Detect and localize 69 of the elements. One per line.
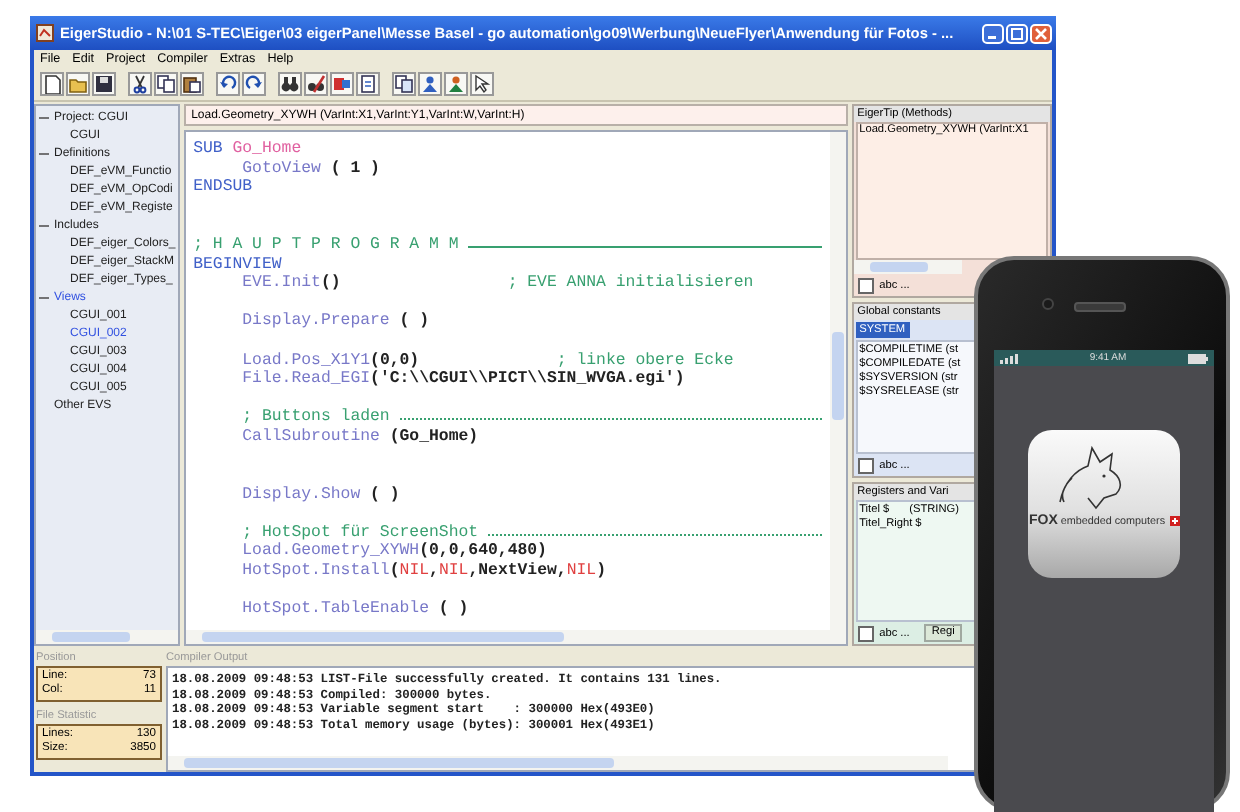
code-text: BEGINVIEW: [193, 255, 282, 274]
minimize-icon[interactable]: [982, 23, 1004, 43]
code-text: HotSpot.Install: [240, 562, 390, 582]
redo-icon[interactable]: [244, 74, 264, 94]
code-text: ( ): [370, 485, 400, 505]
collapse-icon[interactable]: [38, 111, 50, 123]
paste-icon[interactable]: [182, 74, 202, 94]
vertical-scrollbar[interactable]: [829, 132, 846, 630]
horizontal-scrollbar[interactable]: [853, 260, 962, 274]
checkbox[interactable]: [857, 625, 874, 641]
code-text: NIL: [566, 562, 597, 582]
code-text: Load.Geometry_XYWH: [240, 542, 420, 562]
code-text: SUB: [193, 140, 225, 160]
code-text: File.Read_EGI: [240, 370, 371, 390]
battery-icon: [1187, 353, 1208, 363]
collapse-icon[interactable]: [38, 147, 50, 159]
code-text: ,: [429, 562, 439, 582]
close-icon[interactable]: [1030, 23, 1052, 43]
pointer-icon[interactable]: [472, 74, 492, 94]
code-text: Load.Pos_X1Y1: [240, 351, 371, 370]
code-text: Display.Prepare: [240, 312, 392, 332]
person-icon[interactable]: [420, 74, 440, 94]
code-text: ( 1 ): [330, 159, 380, 179]
speaker-slot: [1074, 302, 1126, 312]
code-text: ,NextView,: [468, 562, 567, 582]
code-text: ( ): [438, 600, 469, 620]
collapse-icon[interactable]: [38, 291, 50, 303]
code-text: (): [320, 274, 343, 294]
code-editor[interactable]: [183, 130, 848, 646]
camera-icon: [1042, 298, 1054, 310]
maximize-icon[interactable]: [1006, 23, 1028, 43]
code-text: NIL: [399, 562, 430, 582]
code-text: ; HotSpot für ScreenShot: [240, 523, 481, 542]
code-text: ; linke obere Ecke: [556, 351, 734, 370]
undo-icon[interactable]: [218, 74, 238, 94]
code-text: (: [389, 562, 400, 582]
code-text: ): [596, 562, 607, 582]
horizontal-scrollbar[interactable]: [168, 756, 948, 770]
code-text: ; H A U P T P R O G R A M M: [193, 235, 461, 256]
horizontal-scrollbar[interactable]: [36, 630, 178, 644]
code-text: NIL: [438, 562, 469, 582]
page-icon[interactable]: [358, 74, 378, 94]
code-text: (Go_Home): [389, 427, 479, 447]
code-text: HotSpot.TableEnable: [240, 600, 431, 620]
code-text: GotoView: [240, 159, 323, 179]
code-text: EVE.Init: [240, 274, 321, 294]
code-text: ( ): [399, 312, 430, 332]
code-text: ; Buttons laden: [240, 408, 392, 428]
horizontal-scrollbar[interactable]: [185, 630, 846, 644]
code-text: (0,0): [370, 351, 422, 370]
collapse-icon[interactable]: [38, 219, 50, 231]
code-text: CallSubroutine: [240, 427, 382, 447]
binoculars-pencil-icon[interactable]: [306, 74, 326, 94]
person-arrow-icon[interactable]: [446, 74, 466, 94]
code-text: (0,0,640,480): [419, 542, 547, 562]
app-icon: [36, 24, 54, 42]
open-folder-icon[interactable]: [68, 74, 88, 94]
code-text: ENDSUB: [193, 178, 253, 198]
code-text: Go_Home: [232, 140, 302, 160]
checkbox[interactable]: [857, 277, 874, 293]
code-text: Display.Show: [240, 485, 363, 505]
pages-icon[interactable]: [394, 74, 414, 94]
copy-icon[interactable]: [156, 74, 176, 94]
code-text: ; EVE ANNA initialisieren: [507, 274, 754, 294]
new-file-icon[interactable]: [42, 74, 62, 94]
code-text: ('C:\\CGUI\\PICT\\SIN_WVGA.egi'): [370, 370, 685, 390]
binoculars-icon[interactable]: [280, 74, 300, 94]
checkbox[interactable]: [857, 457, 874, 473]
scissors-icon[interactable]: [130, 74, 150, 94]
